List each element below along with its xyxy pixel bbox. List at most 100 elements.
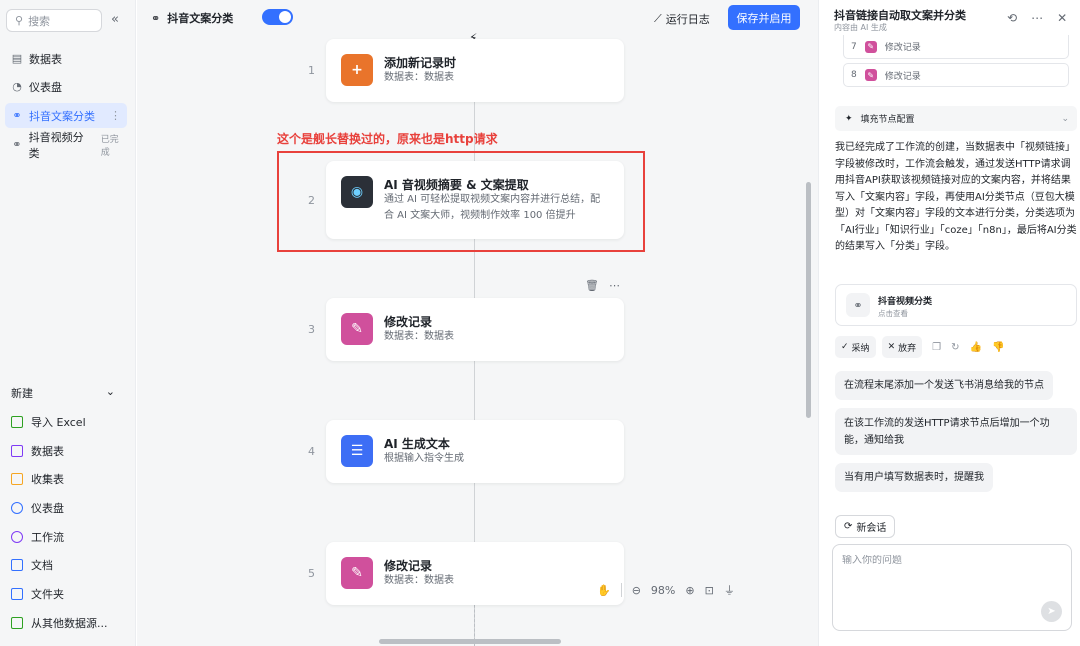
suggestion-chip[interactable]: 在该工作流的发送HTTP请求节点后增加一个功能，通知给我 (835, 408, 1077, 455)
suggestion-chip[interactable]: 当有用户填写数据表时，提醒我 (835, 463, 993, 492)
copy-icon[interactable]: ❐ (932, 342, 941, 353)
sidebar-item-label: 数据表 (29, 52, 62, 66)
new-doc[interactable]: 文档 (11, 555, 53, 575)
new-label: 新建 (11, 387, 33, 400)
table-icon (11, 445, 23, 457)
step-item[interactable]: 8 ✎ 修改记录 (843, 63, 1069, 87)
workflow-enable-toggle[interactable] (262, 9, 293, 25)
chevron-down-icon: ⌄ (1061, 113, 1069, 124)
chat-input[interactable] (842, 555, 1057, 566)
node-subtitle: 数据表：数据表 (384, 72, 454, 83)
thumbs-up-icon[interactable]: 👍 (969, 342, 981, 353)
step-item[interactable]: 7 ✎ 修改记录 (843, 35, 1069, 59)
thumbs-down-icon[interactable]: 👎 (992, 342, 1004, 353)
workflow-node-update-record-2[interactable]: ✎ 修改记录 数据表：数据表 (326, 542, 624, 605)
new-item-label: 收集表 (31, 473, 64, 486)
fill-node-config-toggle[interactable]: ✦ 填充节点配置 ⌄ (835, 106, 1077, 131)
node-subtitle: 通过 AI 可轻松提取视频文案内容并进行总结，配合 AI 文案大师，视频制作效率… (384, 194, 601, 221)
zoom-out-icon[interactable]: ⊖ (632, 584, 641, 597)
workflow-icon: ⚭ (12, 109, 22, 122)
vertical-scrollbar[interactable] (806, 182, 811, 418)
close-icon: ✕ (887, 342, 896, 352)
new-from-other-source[interactable]: 从其他数据源... (11, 613, 108, 633)
collapse-sidebar-icon[interactable]: « (111, 12, 119, 27)
fit-view-icon[interactable]: ⊡ (705, 584, 714, 597)
add-record-icon: + (341, 54, 373, 86)
annotation-text: 这个是舰长替换过的，原来也是http请求 (277, 132, 498, 146)
run-log-button[interactable]: ⟋ 运行日志 (654, 11, 710, 27)
divider (620, 583, 622, 597)
new-chat-button[interactable]: ⟳ 新会话 (835, 515, 896, 538)
node-subtitle: 根据输入指令生成 (384, 453, 464, 464)
delete-icon[interactable]: 🗑 (585, 279, 599, 292)
new-dashboard[interactable]: 仪表盘 (11, 498, 64, 518)
new-folder[interactable]: 文件夹 (11, 584, 64, 604)
workflow-node-ai-video-summary[interactable]: ◉ AI 音视频摘要 & 文案提取 通过 AI 可轻松提取视频文案内容并进行总结… (326, 161, 624, 239)
dashboard-icon (11, 502, 23, 514)
new-workflow[interactable]: 工作流 (11, 527, 64, 547)
adopt-label: 采纳 (851, 343, 870, 354)
layout-icon[interactable]: ⏚ (724, 582, 735, 598)
workflow-node-trigger[interactable]: + 添加新记录时 数据表：数据表 (326, 39, 624, 102)
sidebar-item-table[interactable]: ▤ 数据表 (5, 46, 127, 71)
more-icon[interactable]: ⋮ (110, 109, 121, 122)
new-item-label: 数据表 (31, 445, 64, 458)
message-actions: ✓ 采纳 ✕ 放弃 ❐ ↻ 👍 👎 (835, 336, 1004, 358)
close-icon[interactable]: ✕ (1057, 11, 1067, 25)
sidebar-item-dashboard[interactable]: ◔ 仪表盘 (5, 74, 127, 99)
discard-button[interactable]: ✕ 放弃 (881, 336, 923, 358)
ai-assistant-panel: 抖音链接自动取文案并分类 内容由 AI 生成 ⟲ ⋯ ✕ 7 ✎ 修改记录 8 … (818, 0, 1080, 646)
send-button[interactable]: ➤ (1041, 601, 1062, 622)
new-item-label: 仪表盘 (31, 502, 64, 515)
workflow-canvas[interactable]: ⚭ 抖音文案分类 ⟋ 运行日志 保存并启用 ⚡ 1 + 添加新记录时 数据表：数… (137, 0, 818, 646)
chevron-down-icon: ⌄ (105, 385, 115, 398)
search-input[interactable]: ⚲ 搜索 (6, 9, 102, 32)
chat-input-box: ➤ (832, 544, 1072, 631)
edit-record-icon: ✎ (864, 69, 877, 81)
sidebar-item-douyin-video-workflow[interactable]: ⚭ 抖音视频分类 已完成 (5, 131, 127, 160)
step-number: 7 (851, 41, 857, 52)
trend-icon: ⟋ (654, 12, 662, 25)
horizontal-scrollbar[interactable] (379, 639, 561, 644)
zoom-in-icon[interactable]: ⊕ (685, 584, 694, 597)
check-icon: ✓ (841, 342, 849, 352)
node-number: 4 (308, 445, 315, 458)
node-subtitle: 数据表：数据表 (384, 331, 454, 342)
new-item-label: 工作流 (31, 531, 64, 544)
card-subtitle: 点击查看 (878, 309, 908, 318)
edit-record-icon: ✎ (341, 313, 373, 345)
new-table[interactable]: 数据表 (11, 441, 64, 461)
hand-pan-icon[interactable]: ✋ (597, 584, 611, 597)
node-title: AI 音视频摘要 & 文案提取 (384, 178, 529, 192)
more-icon[interactable]: ⋯ (609, 279, 620, 292)
adopt-button[interactable]: ✓ 采纳 (835, 336, 876, 358)
workflow-title: ⚭ 抖音文案分类 (151, 10, 233, 26)
suggestion-chip[interactable]: 在流程末尾添加一个发送飞书消息给我的节点 (835, 371, 1053, 400)
node-number: 1 (308, 64, 315, 77)
excel-icon (11, 416, 23, 428)
new-chat-label: 新会话 (856, 523, 887, 534)
step-label: 修改记录 (884, 71, 921, 82)
history-icon[interactable]: ⟲ (1007, 11, 1017, 25)
status-badge: 已完成 (100, 134, 119, 158)
node-title: 修改记录 (384, 315, 433, 329)
workflow-node-update-record-1[interactable]: ✎ 修改记录 数据表：数据表 (326, 298, 624, 361)
new-item-label: 导入 Excel (31, 416, 86, 429)
new-form[interactable]: 收集表 (11, 469, 64, 489)
more-icon[interactable]: ⋯ (1031, 11, 1043, 25)
sidebar: ⚲ 搜索 « ▤ 数据表 ◔ 仪表盘 ⚭ 抖音文案分类 ⋮ ⚭ 抖音视频分类 已… (0, 0, 136, 646)
edit-record-icon: ✎ (341, 557, 373, 589)
new-section-header[interactable]: 新建 ⌄ (11, 385, 115, 401)
sidebar-item-douyin-copy-workflow[interactable]: ⚭ 抖音文案分类 ⋮ (5, 103, 127, 128)
workflow-node-ai-generate-text[interactable]: ☰ AI 生成文本 根据输入指令生成 (326, 420, 624, 483)
node-title: 修改记录 (384, 559, 433, 573)
step-label: 修改记录 (884, 43, 921, 53)
regenerate-icon[interactable]: ↻ (951, 342, 959, 353)
node-title: AI 生成文本 (384, 437, 450, 451)
dashboard-icon: ◔ (12, 80, 22, 93)
workflow-result-card[interactable]: ⚭ 抖音视频分类 点击查看 (835, 284, 1077, 326)
new-import-excel[interactable]: 导入 Excel (11, 412, 86, 432)
card-title: 抖音视频分类 (878, 297, 933, 307)
ai-video-icon: ◉ (341, 176, 373, 208)
save-and-enable-button[interactable]: 保存并启用 (728, 5, 800, 30)
